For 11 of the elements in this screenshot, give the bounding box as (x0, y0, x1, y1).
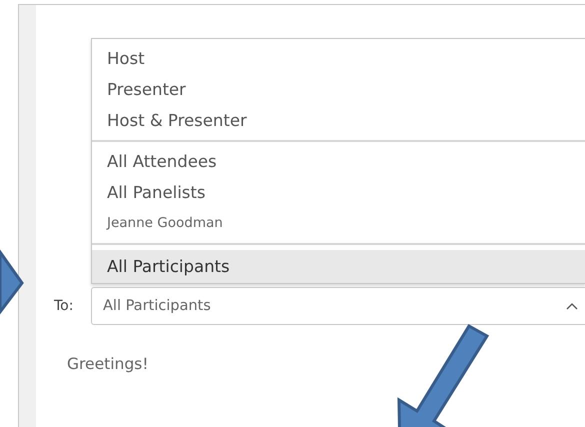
to-label: To: (54, 298, 74, 314)
menu-item[interactable]: Host & Presenter (92, 105, 585, 136)
recipient-dropdown[interactable]: All Participants (91, 287, 585, 325)
menu-item[interactable]: Host (92, 43, 585, 74)
menu-item[interactable]: All Attendees (92, 146, 585, 177)
menu-item[interactable]: Presenter (92, 74, 585, 105)
menu-item[interactable]: Jeanne Goodman (92, 208, 585, 239)
arrow-head (0, 247, 24, 316)
menu-item[interactable]: All Participants (92, 250, 585, 283)
message-text: Greetings! (67, 355, 150, 373)
menu-item[interactable]: All Panelists (92, 177, 585, 208)
